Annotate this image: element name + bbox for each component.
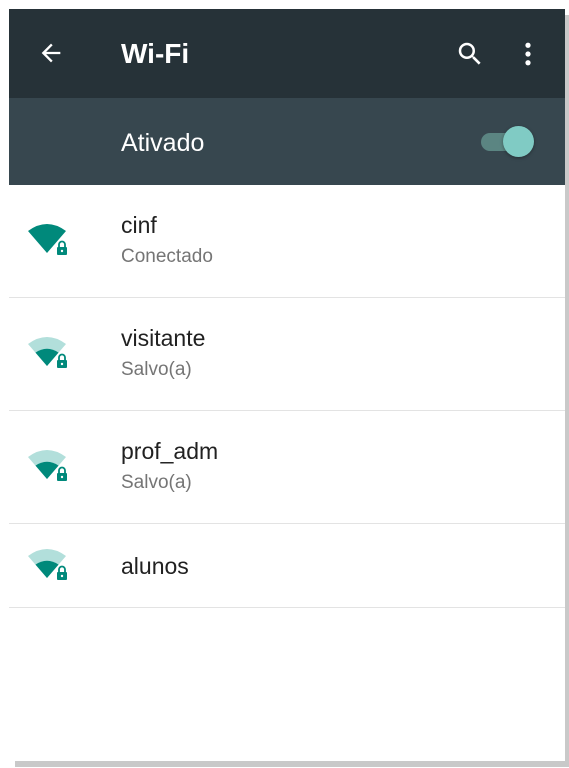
network-row-prof-adm[interactable]: prof_adm Salvo(a)	[9, 411, 565, 524]
arrow-back-icon	[41, 43, 61, 63]
toggle-thumb	[503, 126, 534, 157]
network-status: Salvo(a)	[121, 359, 192, 380]
app-bar: Wi-Fi	[9, 9, 565, 98]
back-button[interactable]	[35, 37, 67, 69]
wifi-signal-medium-lock-icon	[28, 549, 67, 580]
network-status: Conectado	[121, 246, 213, 267]
wifi-toggle[interactable]	[479, 126, 537, 158]
page-title: Wi-Fi	[121, 38, 190, 69]
network-row-alunos[interactable]: alunos	[9, 524, 565, 608]
network-name: visitante	[121, 325, 206, 351]
network-row-visitante[interactable]: visitante Salvo(a)	[9, 298, 565, 411]
network-row-cinf[interactable]: cinf Conectado	[9, 185, 565, 298]
search-icon	[458, 42, 481, 65]
network-status: Salvo(a)	[121, 472, 192, 493]
network-name: alunos	[121, 553, 189, 579]
wifi-signal-medium-lock-icon	[28, 450, 67, 481]
wifi-settings-screen: Wi-Fi Ativado cinf Conectado visitante S…	[9, 9, 565, 761]
wifi-master-switch-bar[interactable]: Ativado	[9, 98, 565, 185]
search-button[interactable]	[453, 37, 487, 71]
switch-label: Ativado	[121, 129, 205, 157]
wifi-signal-medium-lock-icon	[28, 337, 67, 368]
network-name: prof_adm	[121, 438, 219, 464]
network-list: cinf Conectado visitante Salvo(a) prof_a…	[9, 185, 565, 608]
wifi-signal-full-lock-icon	[28, 224, 67, 255]
network-name: cinf	[121, 212, 157, 238]
more-options-button[interactable]	[511, 37, 545, 71]
more-vert-icon	[525, 42, 531, 66]
